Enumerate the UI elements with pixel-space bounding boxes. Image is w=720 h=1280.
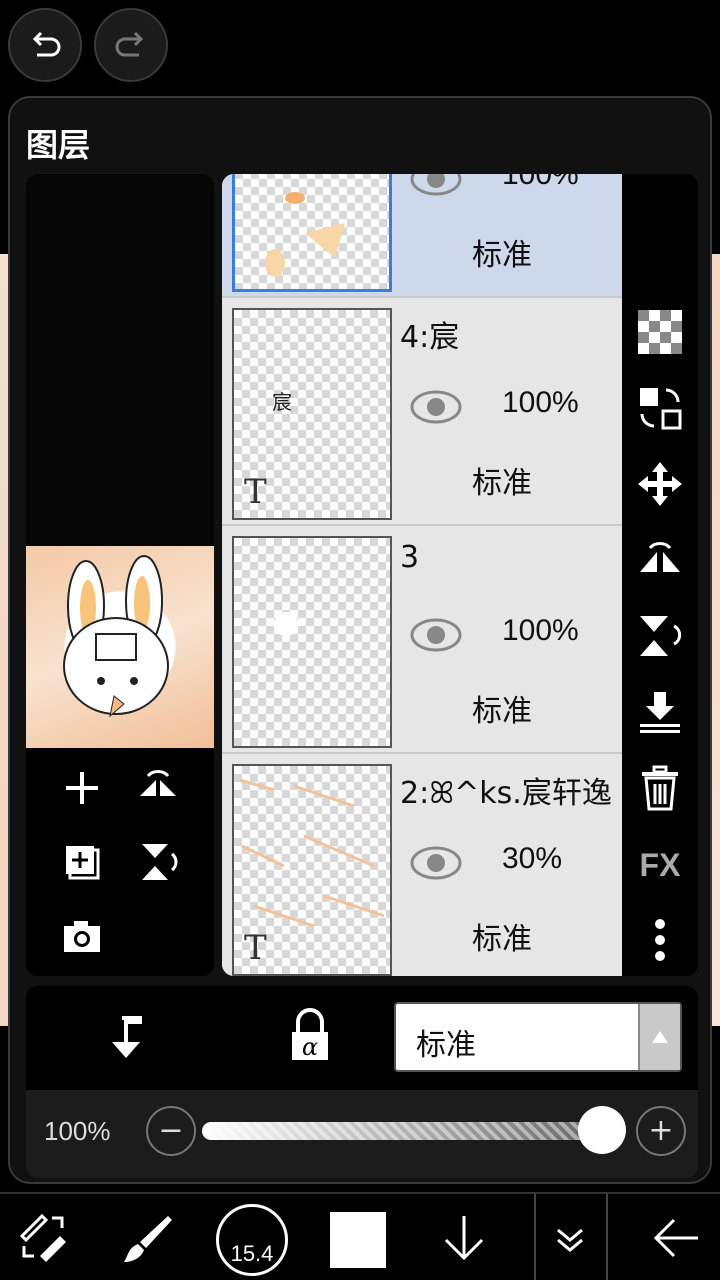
layer-row[interactable]: 100% 标准 [222,174,622,298]
add-copy-layer-button[interactable] [54,834,110,890]
redo-button[interactable] [94,8,168,82]
dropdown-arrow-icon[interactable] [638,1004,680,1070]
more-icon [655,919,665,961]
trash-icon [642,765,678,811]
blend-mode-bar: α 标准 [26,986,698,1090]
chevron-double-down-icon [557,1228,583,1252]
merge-down-icon [640,692,680,733]
visibility-eye-icon[interactable] [410,846,462,880]
canvas-preview[interactable] [26,546,214,748]
swap-button[interactable] [634,382,686,434]
redo-icon [115,31,144,57]
arrow-left-icon [653,1218,698,1258]
visibility-eye-icon[interactable] [410,390,462,424]
brush-tool-button[interactable] [116,1194,180,1280]
flip-vertical-icon [142,844,178,880]
layer-row[interactable]: 宸 T 4:宸 100% 标准 [222,300,622,526]
alpha-lock-icon[interactable]: α [282,1006,338,1066]
merge-down-button[interactable] [634,686,686,738]
layer-opacity: 100% [502,174,579,191]
more-button[interactable] [634,914,686,966]
layer-opacity: 30% [502,842,563,875]
svg-text:α: α [302,1033,318,1061]
thumb-text: 宸 [272,390,292,414]
collapse-button[interactable] [538,1194,602,1280]
layer-blend-mode: 标准 [472,694,532,729]
visibility-eye-icon[interactable] [410,174,462,196]
transparency-icon [638,310,682,354]
blend-mode-value: 标准 [416,1028,476,1063]
layer-opacity: 100% [502,386,579,419]
back-button[interactable] [640,1194,712,1280]
transform-icon [19,1213,66,1262]
thumb-artwork [274,612,298,636]
layer-row[interactable]: T 2:ꕤ^ks.宸轩逸 30% 标准 [222,756,622,976]
move-icon [638,462,682,506]
swap-icon [640,388,682,430]
add-copy-layer-icon [66,846,100,880]
move-button[interactable] [634,458,686,510]
opacity-value-label: 100% [44,1116,111,1146]
bottom-toolbar: 15.4 [0,1192,720,1280]
brush-icon [124,1216,172,1262]
brush-size-indicator[interactable]: 15.4 [216,1204,288,1276]
layer-thumbnail[interactable]: 宸 T [232,308,392,520]
fx-label: FX [640,847,682,883]
separator [534,1194,536,1280]
layer-thumbnail[interactable] [232,536,392,748]
layer-name: 4:宸 [400,320,460,355]
text-layer-icon: T [244,472,267,512]
delete-layer-button[interactable] [634,762,686,814]
opacity-increase-button[interactable]: + [636,1106,686,1156]
flip-horizontal-icon [140,770,176,796]
layer-blend-mode: 标准 [472,922,532,957]
move-down-button[interactable] [432,1194,496,1280]
add-layer-icon [66,772,98,804]
add-layer-button[interactable] [54,760,110,816]
flip-vertical-button[interactable] [634,610,686,662]
layer-row[interactable]: 3 100% 标准 [222,528,622,754]
fx-icon: FX [640,847,682,883]
transparency-button[interactable] [634,306,686,358]
separator [606,1194,608,1280]
color-swatch[interactable] [330,1212,386,1268]
opacity-slider-row: 100% − + [26,1090,698,1178]
camera-button[interactable] [54,908,110,964]
opacity-slider-knob[interactable] [578,1106,626,1154]
opacity-decrease-button[interactable]: − [146,1106,196,1156]
left-preview-panel [26,174,214,976]
layer-thumbnail[interactable]: T [232,764,392,976]
panel-title: 图层 [26,126,91,164]
blend-mode-select[interactable]: 标准 [394,1002,682,1072]
text-layer-icon: T [244,928,267,968]
undo-icon [32,31,61,57]
layer-blend-mode: 标准 [472,238,532,273]
layer-opacity: 100% [502,614,579,647]
flip-horizontal-icon [640,542,680,572]
visibility-eye-icon[interactable] [410,618,462,652]
thumb-artwork [265,192,345,277]
left-toolbar [26,748,214,976]
flip-vertical-button[interactable] [130,834,186,890]
flip-horizontal-button[interactable] [130,760,186,816]
preview-artwork [63,555,169,718]
layer-list[interactable]: 100% 标准 宸 T 4:宸 100% 标准 3 100% 标准 T 2:ꕤ^… [222,174,622,976]
camera-icon [64,921,100,952]
flip-vertical-icon [640,616,682,656]
undo-button[interactable] [8,8,82,82]
layer-panel: 图层 100% 标准 宸 T 4:宸 100% 标准 3 100% 标准 T 2… [8,96,712,1184]
clip-icon[interactable] [98,1008,154,1064]
layer-thumbnail[interactable] [232,174,392,292]
layer-name: 2:ꕤ^ks.宸轩逸 [400,776,612,811]
right-toolbar: FX [622,174,698,976]
layer-name: 3 [400,540,420,575]
layer-blend-mode: 标准 [472,466,532,501]
fx-button[interactable]: FX [634,838,686,890]
flip-horizontal-button[interactable] [634,534,686,586]
opacity-slider-track[interactable] [202,1122,602,1140]
arrow-down-icon [444,1216,484,1261]
transform-tool-button[interactable] [12,1194,76,1280]
